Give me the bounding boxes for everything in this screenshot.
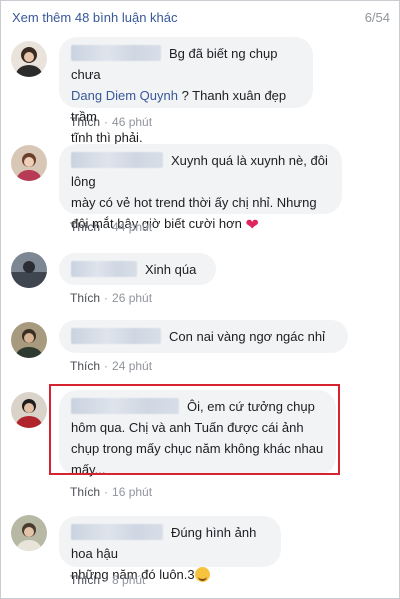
comment-actions: Thích · 16 phút	[70, 485, 153, 499]
like-button[interactable]: Thích	[70, 359, 100, 373]
comment-actions: Thích · 8 phút	[70, 573, 146, 587]
blurred-author-name[interactable]	[71, 398, 179, 414]
comment-bubble: Đúng hình ảnh hoa hậu những năm đó luôn.…	[59, 516, 281, 582]
comment-bubble: Bg đã biết ng chụp chưa Dang Diem Quynh …	[59, 37, 313, 145]
avatar[interactable]	[11, 322, 47, 358]
comment-bubble: Xuynh quá là xuynh nè, đôi lông mày có v…	[59, 144, 342, 234]
blurred-author-name[interactable]	[71, 261, 137, 277]
comment-timestamp[interactable]: 26 phút	[112, 291, 152, 305]
comment-text: Ôi, em cứ tưởng chụp	[187, 399, 315, 414]
comment-text: mày có vẻ hot trend thời ấy chị nhỉ. Như…	[71, 195, 317, 210]
blurred-author-name[interactable]	[71, 524, 163, 540]
mention-link[interactable]: Dang Diem Quynh	[71, 88, 178, 103]
comment-timestamp[interactable]: 44 phút	[112, 220, 152, 234]
like-button[interactable]: Thích	[70, 291, 100, 305]
blurred-author-name[interactable]	[71, 45, 161, 61]
comment-text: hôm qua. Chị và anh Tuấn được cái ảnh	[71, 420, 304, 435]
comment-timestamp[interactable]: 24 phút	[112, 359, 152, 373]
blurred-author-name[interactable]	[71, 328, 161, 344]
comment-actions: Thích · 46 phút	[70, 115, 153, 129]
comment-actions: Thích · 24 phút	[70, 359, 153, 373]
comment-timestamp[interactable]: 46 phút	[112, 115, 152, 129]
avatar[interactable]	[11, 515, 47, 551]
view-more-comments-link[interactable]: Xem thêm 48 bình luận khác	[12, 10, 178, 25]
avatar[interactable]	[11, 392, 47, 428]
comment-bubble: Con nai vàng ngơ ngác nhỉ	[59, 320, 348, 353]
comment-timestamp[interactable]: 8 phút	[112, 573, 145, 587]
comment-bubble: Xinh qúa	[59, 253, 216, 285]
like-button[interactable]: Thích	[70, 485, 100, 499]
comment-actions: Thích · 44 phút	[70, 220, 153, 234]
blurred-author-name[interactable]	[71, 152, 163, 168]
avatar[interactable]	[11, 41, 47, 77]
comments-header: Xem thêm 48 bình luận khác 6/54	[12, 10, 390, 28]
like-button[interactable]: Thích	[70, 573, 100, 587]
comment-text: chụp trong mấy chục năm không khác nhau	[71, 441, 324, 456]
like-button[interactable]: Thích	[70, 220, 100, 234]
like-button[interactable]: Thích	[70, 115, 100, 129]
comment-text: Xinh qúa	[145, 262, 197, 277]
comment-text: Con nai vàng ngơ ngác nhỉ	[169, 329, 325, 344]
comment-count: 6/54	[364, 10, 390, 25]
red-heart-icon: ❤	[245, 217, 259, 234]
comment-timestamp[interactable]: 16 phút	[112, 485, 152, 499]
comment-text: mấy...	[71, 462, 106, 477]
smiling-face-with-hearts-icon	[194, 567, 210, 582]
comment-bubble: Ôi, em cứ tưởng chụp hôm qua. Chị và anh…	[59, 390, 336, 477]
avatar[interactable]	[11, 252, 47, 288]
comment-actions: Thích · 26 phút	[70, 291, 153, 305]
avatar[interactable]	[11, 145, 47, 181]
